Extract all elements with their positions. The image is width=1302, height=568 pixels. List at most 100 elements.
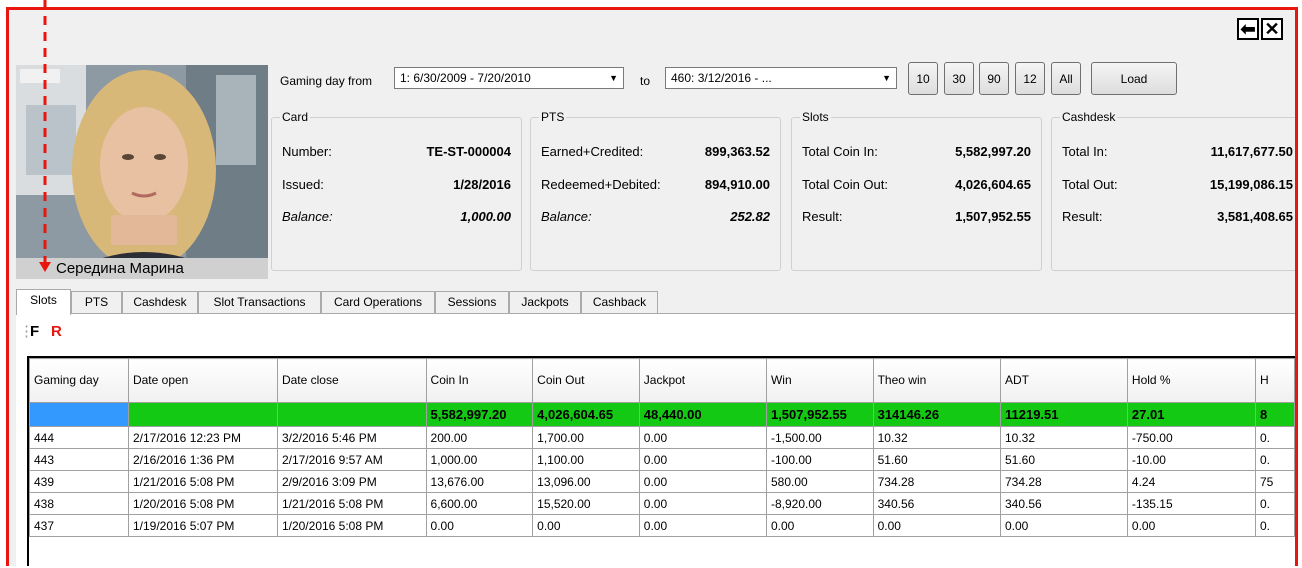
table-cell[interactable]: 0. [1254, 514, 1295, 537]
table-cell[interactable]: 1,000.00 [425, 448, 534, 471]
col-date-close[interactable]: Date close [276, 358, 427, 403]
table-cell[interactable]: 0.00 [765, 514, 874, 537]
table-cell[interactable] [276, 402, 427, 427]
table-cell[interactable] [127, 402, 278, 427]
table-cell[interactable]: 443 [29, 448, 129, 471]
table-cell[interactable]: -750.00 [1126, 426, 1256, 449]
table-cell[interactable]: 444 [29, 426, 129, 449]
table-cell[interactable]: 437 [29, 514, 129, 537]
col-h[interactable]: H [1254, 358, 1295, 403]
table-cell[interactable]: 75 [1254, 470, 1295, 493]
tab-cashdesk[interactable]: Cashdesk [122, 291, 198, 313]
table-cell[interactable]: 0.00 [638, 492, 767, 515]
table-cell[interactable]: 1,700.00 [532, 426, 640, 449]
table-cell[interactable]: 1/20/2016 5:08 PM [276, 514, 427, 537]
table-cell[interactable]: 200.00 [425, 426, 534, 449]
table-cell[interactable]: 0.00 [638, 470, 767, 493]
table-cell[interactable]: 48,440.00 [638, 402, 767, 427]
table-cell[interactable]: 439 [29, 470, 129, 493]
table-cell[interactable]: 0.00 [1000, 514, 1128, 537]
table-cell[interactable]: 1,100.00 [532, 448, 640, 471]
col-gaming-day[interactable]: Gaming day [29, 358, 129, 403]
col-adt[interactable]: ADT [1000, 358, 1128, 403]
table-cell[interactable]: 2/9/2016 3:09 PM [276, 470, 427, 493]
table-cell[interactable]: 0.00 [638, 514, 767, 537]
tab-jackpots[interactable]: Jackpots [509, 291, 581, 313]
table-cell[interactable]: -135.15 [1126, 492, 1256, 515]
filter-f-button[interactable]: F [30, 323, 39, 340]
table-cell[interactable]: 0. [1254, 492, 1295, 515]
table-cell[interactable]: 0.00 [872, 514, 1002, 537]
table-row[interactable]: 437 1/19/2016 5:07 PM 1/20/2016 5:08 PM … [29, 514, 1295, 537]
table-cell[interactable]: 0.00 [638, 448, 767, 471]
table-cell[interactable]: -8,920.00 [765, 492, 874, 515]
table-cell[interactable]: 734.28 [872, 470, 1002, 493]
col-coin-in[interactable]: Coin In [425, 358, 534, 403]
tab-sessions[interactable]: Sessions [435, 291, 509, 313]
totals-row[interactable]: 5,582,997.20 4,026,604.65 48,440.00 1,50… [29, 402, 1295, 427]
table-cell[interactable]: 8 [1254, 402, 1295, 427]
load-button[interactable]: Load [1091, 62, 1177, 95]
table-cell[interactable]: 2/17/2016 12:23 PM [127, 426, 278, 449]
table-cell[interactable]: 1/20/2016 5:08 PM [127, 492, 278, 515]
table-row[interactable]: 443 2/16/2016 1:36 PM 2/17/2016 9:57 AM … [29, 448, 1295, 471]
table-cell[interactable]: 0.00 [425, 514, 534, 537]
table-cell[interactable]: 2/16/2016 1:36 PM [127, 448, 278, 471]
table-cell[interactable]: 0.00 [638, 426, 767, 449]
table-row[interactable]: 439 1/21/2016 5:08 PM 2/9/2016 3:09 PM 1… [29, 470, 1295, 493]
table-cell[interactable]: 3/2/2016 5:46 PM [276, 426, 427, 449]
table-row[interactable]: 444 2/17/2016 12:23 PM 3/2/2016 5:46 PM … [29, 426, 1295, 449]
table-cell[interactable]: 51.60 [1000, 448, 1128, 471]
gaming-day-from-select[interactable]: 1: 6/30/2009 - 7/20/2010 ▼ [394, 67, 624, 89]
table-cell[interactable]: 10.32 [1000, 426, 1128, 449]
table-cell[interactable]: -1,500.00 [765, 426, 874, 449]
range-90-button[interactable]: 90 [979, 62, 1009, 95]
col-hold-percent[interactable]: Hold % [1126, 358, 1256, 403]
table-cell[interactable]: 1,507,952.55 [765, 402, 874, 427]
back-button[interactable]: ⬅ [1237, 18, 1259, 40]
table-cell[interactable]: 11219.51 [1000, 402, 1128, 427]
tab-card-operations[interactable]: Card Operations [321, 291, 435, 313]
range-12-button[interactable]: 12 [1015, 62, 1045, 95]
table-cell[interactable]: 6,600.00 [425, 492, 534, 515]
table-cell[interactable]: 5,582,997.20 [425, 402, 534, 427]
col-coin-out[interactable]: Coin Out [532, 358, 640, 403]
table-cell[interactable]: 4,026,604.65 [532, 402, 640, 427]
filter-r-button[interactable]: R [51, 323, 62, 340]
col-date-open[interactable]: Date open [127, 358, 278, 403]
col-theo-win[interactable]: Theo win [872, 358, 1002, 403]
tab-slot-transactions[interactable]: Slot Transactions [198, 291, 321, 313]
table-cell[interactable]: 0. [1254, 426, 1295, 449]
range-30-button[interactable]: 30 [944, 62, 974, 95]
table-cell[interactable]: 0.00 [532, 514, 640, 537]
table-cell[interactable]: 0.00 [1126, 514, 1256, 537]
table-cell[interactable]: -100.00 [765, 448, 874, 471]
range-all-button[interactable]: All [1051, 62, 1081, 95]
table-cell[interactable]: 314146.26 [872, 402, 1002, 427]
table-cell[interactable]: 580.00 [765, 470, 874, 493]
table-cell[interactable]: 27.01 [1126, 402, 1256, 427]
table-cell[interactable]: 13,676.00 [425, 470, 534, 493]
table-cell[interactable]: 0. [1254, 448, 1295, 471]
table-cell[interactable]: 15,520.00 [532, 492, 640, 515]
gaming-day-to-select[interactable]: 460: 3/12/2016 - ... ▼ [665, 67, 897, 89]
table-row[interactable]: 438 1/20/2016 5:08 PM 1/21/2016 5:08 PM … [29, 492, 1295, 515]
range-10-button[interactable]: 10 [908, 62, 938, 95]
table-cell[interactable]: 1/21/2016 5:08 PM [127, 470, 278, 493]
tab-slots[interactable]: Slots [16, 289, 71, 315]
col-jackpot[interactable]: Jackpot [638, 358, 767, 403]
table-cell[interactable]: 2/17/2016 9:57 AM [276, 448, 427, 471]
table-cell[interactable]: 51.60 [872, 448, 1002, 471]
table-cell[interactable]: 4.24 [1126, 470, 1256, 493]
table-cell[interactable]: 1/19/2016 5:07 PM [127, 514, 278, 537]
slots-data-grid[interactable]: Gaming day Date open Date close Coin In … [27, 356, 1295, 566]
table-cell[interactable]: 1/21/2016 5:08 PM [276, 492, 427, 515]
tab-pts[interactable]: PTS [71, 291, 122, 313]
col-win[interactable]: Win [765, 358, 874, 403]
close-button[interactable]: ✕ [1261, 18, 1283, 40]
table-cell[interactable]: 438 [29, 492, 129, 515]
table-cell[interactable]: 734.28 [1000, 470, 1128, 493]
table-cell[interactable]: 10.32 [872, 426, 1002, 449]
table-cell[interactable]: 13,096.00 [532, 470, 640, 493]
table-cell[interactable]: -10.00 [1126, 448, 1256, 471]
